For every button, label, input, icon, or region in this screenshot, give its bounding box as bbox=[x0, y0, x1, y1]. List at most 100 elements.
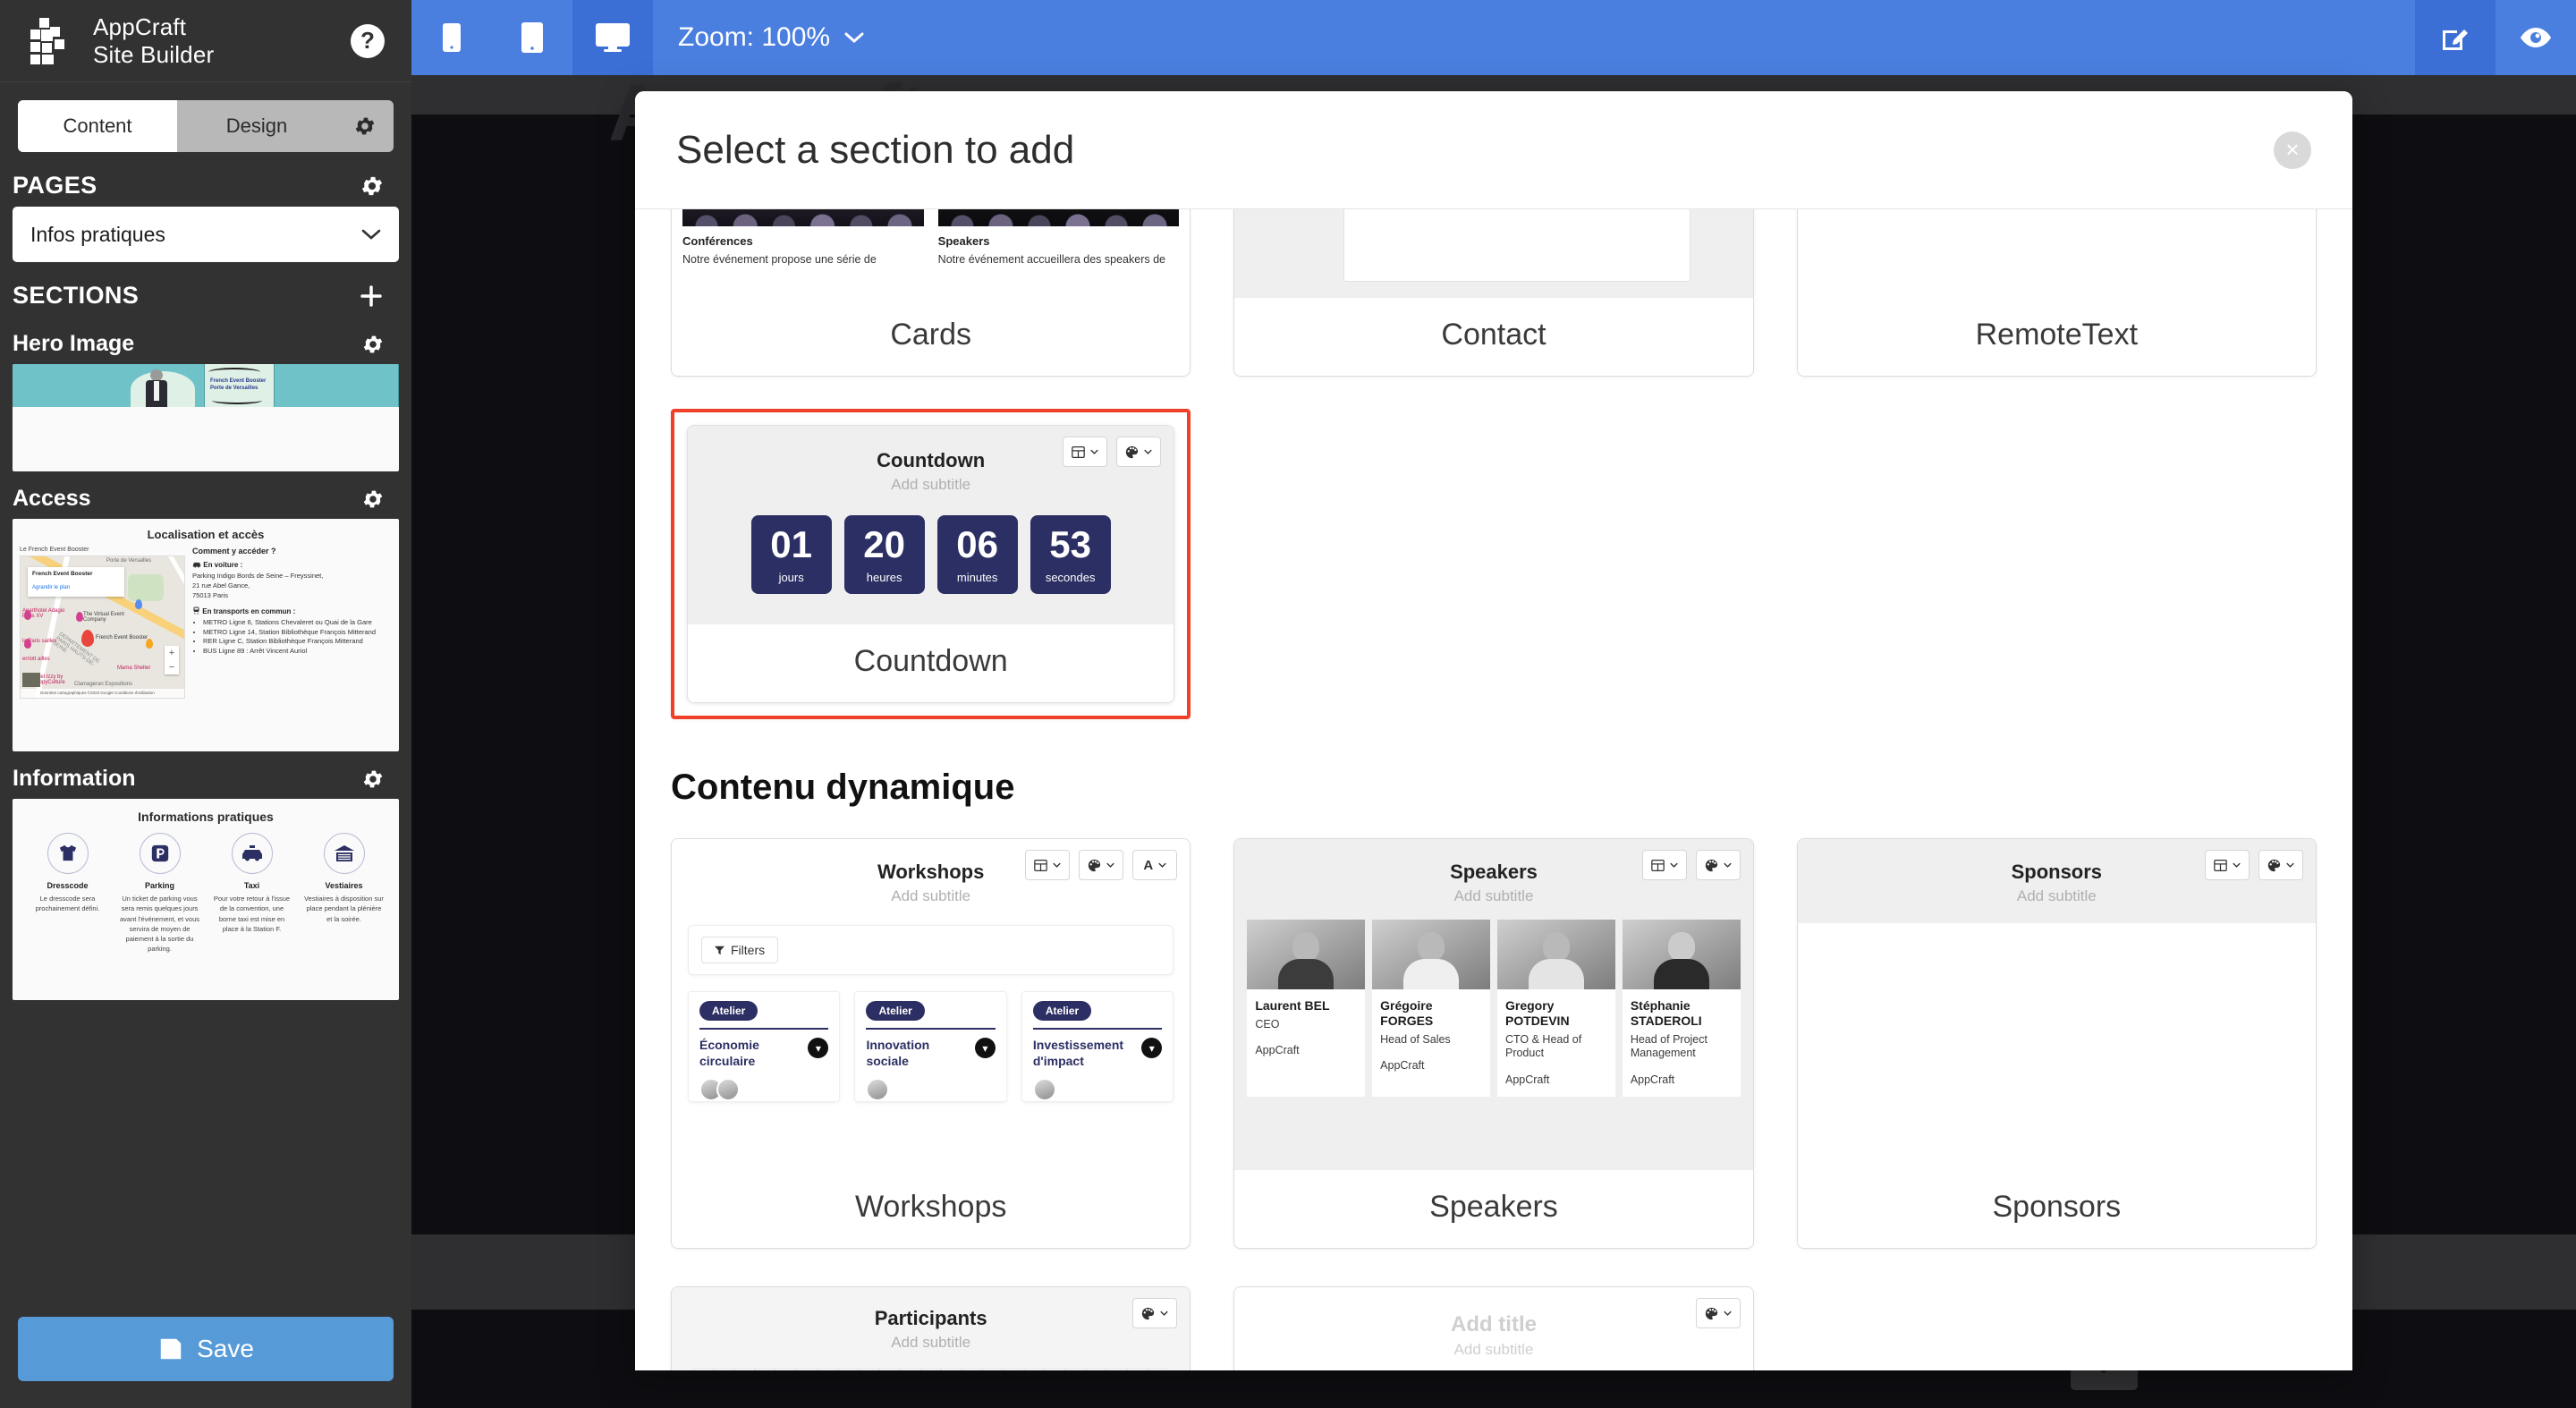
layout-icon-button[interactable] bbox=[1063, 437, 1108, 467]
alphabet-letter[interactable]: G bbox=[817, 1368, 838, 1370]
sections-list[interactable]: Hero Image French Event Booster Porte de… bbox=[0, 317, 411, 1295]
alphabet-letter[interactable]: F bbox=[796, 1368, 818, 1370]
alphabet-letter[interactable]: C bbox=[734, 1368, 756, 1370]
alphabet-letter[interactable]: J bbox=[878, 1368, 900, 1370]
close-icon[interactable]: × bbox=[2274, 131, 2311, 169]
section-preview-participants: Participants Add subtitle A B C D E F G … bbox=[672, 1287, 1191, 1370]
section-settings-button-hero[interactable] bbox=[361, 333, 385, 356]
filters-button[interactable]: Filters bbox=[701, 937, 779, 963]
speaker-item[interactable]: Stéphanie STADEROLI Head of Project Mana… bbox=[1622, 920, 1741, 1097]
page-selector[interactable]: Infos pratiques bbox=[13, 207, 399, 262]
palette-icon-button[interactable] bbox=[1695, 1298, 1741, 1328]
workshop-item[interactable]: Atelier Économie circulaire ▾ bbox=[688, 991, 841, 1102]
section-card-contact[interactable]: Sujet Sujet Message Message Contact bbox=[1233, 209, 1754, 377]
desktop-view-button[interactable] bbox=[572, 0, 653, 75]
sidebar-settings-button[interactable] bbox=[336, 100, 394, 152]
preview-mode-button[interactable] bbox=[2496, 0, 2576, 75]
speaker-item[interactable]: Laurent BEL CEO AppCraft bbox=[1247, 920, 1366, 1097]
palette-icon-button[interactable] bbox=[1079, 850, 1124, 880]
map-info-card[interactable]: French Event Booster Agrandir le plan bbox=[28, 567, 124, 597]
chevron-down-icon[interactable]: ▾ bbox=[808, 1038, 829, 1058]
palette-icon-button[interactable] bbox=[2258, 850, 2303, 880]
section-card-countdown[interactable]: Countdown Add subtitle 01 jours 20 heure… bbox=[671, 409, 1191, 719]
speaker-item[interactable]: Gregory POTDEVIN CTO & Head of Product A… bbox=[1496, 920, 1615, 1097]
map-zoom-controls[interactable]: + − bbox=[165, 646, 179, 674]
alphabet-letter[interactable]: B bbox=[714, 1368, 735, 1370]
alphabet-letter[interactable]: R bbox=[1044, 1368, 1065, 1370]
tablet-view-button[interactable] bbox=[492, 0, 572, 75]
section-card-remotetext[interactable]: RemoteText bbox=[1796, 209, 2317, 377]
workshop-item[interactable]: Atelier Investissement d'impact ▾ bbox=[1021, 991, 1174, 1102]
preview-card-item: Speakers Notre événement accueillera des… bbox=[937, 209, 1180, 298]
pages-settings-button[interactable] bbox=[360, 174, 385, 199]
section-card-label: Countdown bbox=[688, 624, 1174, 702]
add-section-button[interactable] bbox=[358, 283, 385, 310]
section-thumbnail-information[interactable]: Informations pratiques Dresscode Le dres… bbox=[13, 799, 399, 1000]
alphabet-letter[interactable]: Q bbox=[1023, 1368, 1045, 1370]
map-streetview-thumb[interactable] bbox=[22, 673, 40, 687]
alphabet-letter[interactable]: I bbox=[858, 1368, 879, 1370]
alphabet-letter[interactable]: W bbox=[1148, 1368, 1169, 1370]
alphabet-letter[interactable]: L bbox=[920, 1368, 942, 1370]
section-settings-button-access[interactable] bbox=[361, 488, 385, 511]
zoom-selector[interactable]: Zoom: 100% bbox=[653, 0, 889, 75]
map-card-link[interactable]: Agrandir le plan bbox=[32, 585, 70, 590]
section-card-speakers[interactable]: Speakers Add subtitle Laurent BEL CEO Ap… bbox=[1233, 838, 1754, 1249]
alphabet-letter[interactable]: V bbox=[1126, 1368, 1148, 1370]
alphabet-letter[interactable]: D bbox=[755, 1368, 776, 1370]
section-card-blank[interactable]: Add title Add subtitle Add element bbox=[1233, 1286, 1754, 1370]
speaker-item[interactable]: Grégoire FORGES Head of Sales AppCraft bbox=[1372, 920, 1490, 1097]
chevron-down-icon[interactable]: ▾ bbox=[974, 1038, 996, 1058]
sidebar-header: AppCraft Site Builder ? bbox=[0, 0, 411, 82]
section-card-cards[interactable]: Conférences Notre événement propose une … bbox=[671, 209, 1191, 377]
access-info-column: Comment y accéder ? En voiture : Parking… bbox=[192, 547, 392, 699]
section-thumbnail-hero-image[interactable]: French Event Booster Porte de Versailles bbox=[13, 364, 399, 471]
layout-icon bbox=[1034, 859, 1048, 871]
map-zoom-in-button[interactable]: + bbox=[165, 646, 179, 660]
appcraft-logo-icon bbox=[30, 17, 77, 64]
section-card-sponsors[interactable]: Sponsors Add subtitle Sponsors bbox=[1796, 838, 2317, 1249]
layout-icon-button[interactable] bbox=[2204, 850, 2250, 880]
palette-icon-button[interactable] bbox=[1132, 1298, 1178, 1328]
preview-message-textarea[interactable]: Message bbox=[1343, 209, 1690, 282]
section-thumbnail-access[interactable]: Localisation et accès Le French Event Bo… bbox=[13, 519, 399, 751]
section-card-participants[interactable]: Participants Add subtitle A B C D E F G … bbox=[671, 1286, 1191, 1370]
chevron-down-icon[interactable]: ▾ bbox=[1141, 1038, 1163, 1058]
alphabet-letter[interactable]: N bbox=[962, 1368, 983, 1370]
workshop-item[interactable]: Atelier Innovation sociale ▾ bbox=[854, 991, 1007, 1102]
edit-mode-button[interactable] bbox=[2415, 0, 2496, 75]
alphabet-letter[interactable]: M bbox=[941, 1368, 962, 1370]
map-zoom-out-button[interactable]: − bbox=[165, 660, 179, 674]
preview-image bbox=[682, 209, 924, 226]
font-icon-button[interactable]: A bbox=[1132, 850, 1178, 880]
palette-icon-button[interactable] bbox=[1116, 437, 1162, 467]
section-settings-button-information[interactable] bbox=[361, 768, 385, 791]
section-card-workshops[interactable]: A Workshops Add subtitle Filters Atelier… bbox=[671, 838, 1191, 1249]
section-card-label: Speakers bbox=[1234, 1170, 1753, 1248]
modal-title: Select a section to add bbox=[676, 127, 1075, 172]
alphabet-letter[interactable]: O bbox=[982, 1368, 1004, 1370]
modal-body[interactable]: Conférences Notre événement propose une … bbox=[635, 209, 2352, 1370]
workshops-items: Atelier Économie circulaire ▾ Atelier In… bbox=[688, 991, 1174, 1102]
alphabet-letter[interactable]: E bbox=[775, 1368, 797, 1370]
tab-content[interactable]: Content bbox=[18, 100, 177, 152]
alphabet-letter[interactable]: P bbox=[1003, 1368, 1024, 1370]
alphabet-letter[interactable]: H bbox=[837, 1368, 859, 1370]
alphabet-letter[interactable]: S bbox=[1064, 1368, 1086, 1370]
alphabet-letter[interactable]: A bbox=[693, 1368, 715, 1370]
access-map[interactable]: Porte de Versailles Aparthotel Adagio Pa… bbox=[20, 556, 185, 699]
alphabet-letter[interactable]: U bbox=[1106, 1368, 1127, 1370]
layout-icon-button[interactable] bbox=[1025, 850, 1071, 880]
palette-icon bbox=[1705, 859, 1717, 871]
alphabet-letter[interactable]: T bbox=[1085, 1368, 1106, 1370]
help-button[interactable]: ? bbox=[351, 23, 385, 58]
map-label: erriott ailles bbox=[22, 657, 50, 662]
countdown-unit-label: jours bbox=[778, 570, 804, 584]
map-label: Porte de Versailles bbox=[106, 558, 152, 564]
save-button[interactable]: Save bbox=[18, 1317, 394, 1381]
alphabet-letter[interactable]: K bbox=[899, 1368, 921, 1370]
palette-icon-button[interactable] bbox=[1695, 850, 1741, 880]
layout-icon-button[interactable] bbox=[1641, 850, 1687, 880]
mobile-view-button[interactable] bbox=[411, 0, 492, 75]
tab-design[interactable]: Design bbox=[177, 100, 336, 152]
